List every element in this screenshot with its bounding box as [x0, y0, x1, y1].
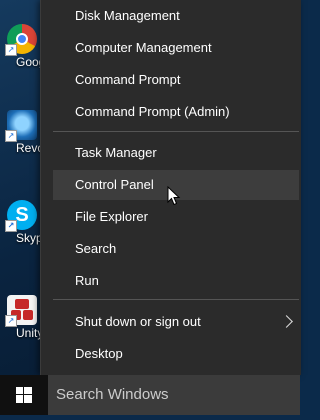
menu-item-label: Command Prompt (Admin)	[75, 104, 230, 119]
chevron-right-icon	[280, 315, 293, 328]
start-button[interactable]	[0, 375, 48, 415]
desktop-icon-skype[interactable]: S ↗ Skype	[0, 200, 44, 245]
menu-item-label: Disk Management	[75, 8, 180, 23]
menu-item-label: Desktop	[75, 346, 123, 361]
taskbar: Search Windows	[0, 375, 300, 415]
menu-item-search[interactable]: Search	[53, 234, 299, 264]
menu-item-computer-management[interactable]: Computer Management	[53, 33, 299, 63]
mouse-pointer-icon	[167, 185, 181, 211]
skype-icon: S ↗	[5, 200, 37, 232]
menu-item-label: Task Manager	[75, 145, 157, 160]
desktop-icon-chrome[interactable]: ↗ Google Chrome	[0, 24, 44, 69]
menu-item-label: Computer Management	[75, 40, 212, 55]
menu-item-command-prompt[interactable]: Command Prompt	[53, 65, 299, 95]
menu-item-label: Control Panel	[75, 177, 154, 192]
desktop-icon-label: Skype	[16, 232, 44, 245]
taskbar-search-box[interactable]: Search Windows	[48, 375, 300, 415]
search-placeholder: Search Windows	[56, 386, 169, 403]
menu-item-task-manager[interactable]: Task Manager	[53, 138, 299, 168]
unity-icon: ↗	[5, 295, 37, 327]
menu-item-command-prompt-admin[interactable]: Command Prompt (Admin)	[53, 97, 299, 127]
menu-separator	[53, 299, 299, 300]
menu-separator	[53, 131, 299, 132]
menu-item-label: File Explorer	[75, 209, 148, 224]
menu-item-label: Shut down or sign out	[75, 314, 201, 329]
menu-item-label: Search	[75, 241, 117, 256]
windows-logo-icon	[16, 387, 32, 403]
menu-item-label: Command Prompt	[75, 72, 181, 87]
chrome-icon: ↗	[5, 24, 37, 56]
desktop-icon-revo[interactable]: ↗ Revo Uninstaller	[0, 110, 44, 155]
menu-item-disk-management[interactable]: Disk Management	[53, 1, 299, 31]
menu-item-shut-down[interactable]: Shut down or sign out	[53, 307, 299, 337]
desktop-icon-unity[interactable]: ↗ Unity	[0, 295, 44, 340]
desktop-icon-label: Revo Uninstaller	[16, 142, 44, 155]
menu-item-run[interactable]: Run	[53, 266, 299, 296]
desktop-icon-label: Unity	[16, 327, 44, 340]
desktop-icon-label: Google Chrome	[16, 56, 44, 69]
menu-item-label: Run	[75, 273, 99, 288]
revo-uninstaller-icon: ↗	[5, 110, 37, 142]
menu-item-desktop[interactable]: Desktop	[53, 339, 299, 369]
